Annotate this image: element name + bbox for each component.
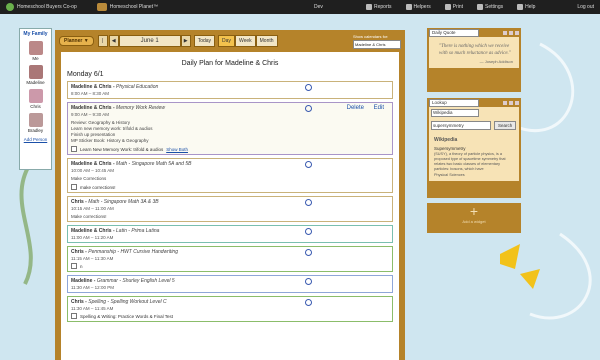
delete-link[interactable]: Delete (347, 105, 364, 111)
clock-icon[interactable] (305, 278, 312, 285)
tab-day[interactable]: Day (218, 35, 235, 47)
first-button[interactable]: | (97, 35, 108, 47)
prev-arrow-icon[interactable]: ◀ (108, 35, 119, 47)
plus-icon: + (469, 203, 479, 219)
next-arrow-icon[interactable]: ▶ (180, 35, 191, 47)
event-card[interactable]: Chris - Penmanship - HWT Cursive Handwri… (67, 246, 393, 272)
clock-icon[interactable] (305, 228, 312, 235)
nav-settings[interactable]: Settings (477, 4, 503, 10)
add-widget-button[interactable]: + Add a widget (427, 203, 521, 233)
assignment-check[interactable]: Spelling & Writing: Practice Words & Fin… (71, 313, 389, 319)
lookup-result: Wikipedia Supersymmetry (SUSY), a theory… (431, 134, 517, 181)
avatar (28, 41, 43, 55)
family-title: My Family (23, 31, 48, 37)
coop-logo-icon (6, 3, 14, 11)
event-card[interactable]: Madeline & Chris - Memory Work Review 9:… (67, 102, 393, 155)
add-person-link[interactable]: Add Person (20, 137, 51, 142)
coop-brand[interactable]: Homeschool Buyers Co-op (6, 3, 77, 11)
search-button[interactable]: Search (494, 121, 517, 130)
assignment-check[interactable]: Learn New Memory Work: trifold & audios … (71, 146, 389, 152)
nav-helpers[interactable]: Helpers (405, 4, 431, 10)
assignment-check[interactable]: n (71, 263, 389, 269)
calendar-select[interactable]: Madeline & Chris (353, 40, 401, 49)
print-icon (444, 4, 451, 10)
quote-author: — Joseph Addison (479, 59, 513, 64)
gear-icon[interactable] (503, 30, 507, 35)
clock-icon[interactable] (305, 105, 312, 112)
quote-widget: Daily Quote "There is nothing which we r… (427, 28, 521, 92)
checkbox[interactable] (71, 263, 77, 269)
user-name: Dev (314, 4, 323, 10)
clock-icon[interactable] (305, 84, 312, 91)
day-heading: Monday 6/1 (67, 71, 104, 78)
clock-icon[interactable] (305, 161, 312, 168)
help-icon (517, 4, 524, 10)
quote-text: "There is nothing which we receive with … (439, 44, 511, 56)
member-me[interactable]: Me (20, 41, 51, 61)
avatar (28, 65, 43, 79)
event-card[interactable]: Chris - Spelling - Spelling Workout Leve… (67, 296, 393, 322)
minimize-icon[interactable] (509, 30, 513, 35)
helpers-icon (405, 4, 412, 10)
checkbox[interactable] (71, 146, 77, 152)
search-input[interactable]: supersymmetry (431, 121, 491, 130)
butterfly-decoration (500, 244, 520, 269)
planet-brand[interactable]: Homeschool Planet™ (96, 3, 158, 11)
event-actions: Delete Edit (339, 105, 384, 111)
family-panel: My Family Me Madeline Chris Bradley Add … (19, 28, 52, 170)
event-notes: Review: Geography & History Learn new me… (71, 120, 153, 143)
member-bradley[interactable]: Bradley (20, 113, 51, 133)
checkbox[interactable] (71, 184, 77, 190)
avatar (28, 113, 43, 127)
lookup-widget: Lookup Wikipedia supersymmetry Search Wi… (427, 98, 521, 198)
event-card[interactable]: Madeline & Chris - Latin - Prima Latina … (67, 225, 393, 243)
nav-reports[interactable]: Reports (366, 4, 392, 10)
clock-icon[interactable] (305, 199, 312, 206)
avatar (28, 89, 43, 103)
close-icon[interactable] (515, 30, 519, 35)
today-button[interactable]: Today (193, 35, 216, 47)
page-title: Daily Plan for Madeline & Chris (181, 60, 279, 67)
reports-icon (366, 4, 372, 10)
widget-select[interactable]: Lookup (429, 98, 479, 107)
event-card[interactable]: Chris - Math - Singapore Math 3A & 3B 10… (67, 196, 393, 222)
current-date[interactable]: June 1 (118, 35, 181, 47)
top-nav: Reports Helpers Print Settings Help (366, 0, 549, 14)
nav-help[interactable]: Help (517, 4, 535, 10)
member-chris[interactable]: Chris (20, 89, 51, 109)
minimize-icon[interactable] (509, 100, 513, 105)
tab-week[interactable]: Week (234, 35, 256, 47)
show-both-link[interactable]: Show Both (166, 147, 188, 152)
assignment-check[interactable]: make corrections! (71, 184, 389, 190)
planner-toolbar: Planner ▼ | ◀ June 1 ▶ Today Day Week Mo… (59, 34, 401, 49)
clock-icon[interactable] (305, 249, 312, 256)
tab-month[interactable]: Month (255, 35, 278, 47)
daily-plan: Daily Plan for Madeline & Chris Monday 6… (61, 52, 399, 360)
event-card[interactable]: Madeline - Grammar - Shurley English Lev… (67, 275, 393, 293)
nav-print[interactable]: Print (444, 4, 463, 10)
close-icon[interactable] (515, 100, 519, 105)
logout-link[interactable]: Log out (577, 4, 594, 10)
event-card[interactable]: Madeline & Chris - Physical Education 8:… (67, 81, 393, 99)
planner-panel: Planner ▼ | ◀ June 1 ▶ Today Day Week Mo… (55, 30, 405, 360)
source-select[interactable]: Wikipedia (431, 109, 479, 117)
planet-logo-icon (96, 3, 107, 11)
settings-icon (477, 4, 484, 10)
top-bar: Homeschool Buyers Co-op Homeschool Plane… (0, 0, 600, 14)
gear-icon[interactable] (503, 100, 507, 105)
planner-menu-button[interactable]: Planner ▼ (59, 36, 94, 46)
edit-link[interactable]: Edit (374, 105, 384, 111)
clock-icon[interactable] (305, 299, 312, 306)
checkbox[interactable] (71, 313, 77, 319)
member-madeline[interactable]: Madeline (20, 65, 51, 85)
calendar-filter: Show calendars for: Madeline & Chris (353, 34, 401, 49)
widget-select[interactable]: Daily Quote (429, 28, 479, 37)
event-card[interactable]: Madeline & Chris - Math - Singapore Math… (67, 158, 393, 193)
